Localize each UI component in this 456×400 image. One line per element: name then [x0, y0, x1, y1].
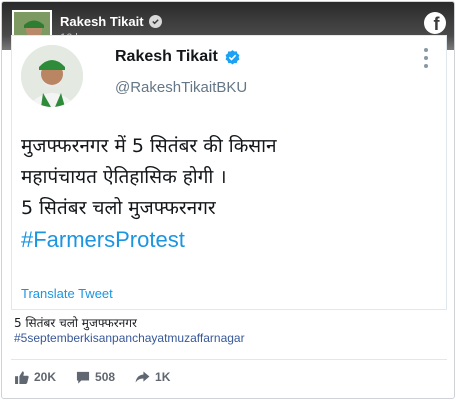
verified-badge-icon: [225, 49, 240, 64]
tweet-line: 5 सितंबर चलो मुजफ्फरनगर: [21, 197, 216, 219]
comment-icon: [76, 371, 90, 384]
comment-stat[interactable]: 508: [76, 370, 115, 384]
divider: [11, 359, 447, 360]
page-name[interactable]: Rakesh Tikait: [60, 14, 144, 29]
tweet-hashtag-link[interactable]: #FarmersProtest: [21, 224, 277, 255]
share-icon: [135, 371, 150, 383]
tweet-line: महापंचायत ऐतिहासिक होगी ।: [21, 166, 227, 188]
tweet-text: मुजफ्फरनगर में 5 सितंबर की किसान महापंचा…: [21, 131, 277, 255]
share-count: 1K: [155, 370, 171, 384]
tweet-author-name[interactable]: Rakesh Tikait: [115, 48, 218, 66]
tweet-author-avatar[interactable]: [21, 45, 83, 107]
post-caption: 5 सितंबर चलो मुजफ्फरनगर: [14, 316, 137, 330]
like-icon: [15, 370, 29, 384]
tweet-author-handle[interactable]: @RakeshTikaitBKU: [115, 79, 247, 96]
more-options-icon[interactable]: [424, 48, 428, 72]
embedded-tweet[interactable]: Rakesh Tikait @RakeshTikaitBKU मुजफ्फरनग…: [11, 35, 447, 310]
like-count: 20K: [34, 370, 57, 384]
comment-count: 508: [95, 370, 116, 384]
tweet-line: मुजफ्फरनगर में 5 सितंबर की किसान: [21, 135, 277, 157]
facebook-logo-icon[interactable]: f: [424, 12, 446, 34]
like-stat[interactable]: 20K: [15, 370, 56, 384]
facebook-post-card: Rakesh Tikait 16 hours ago f Rakesh Tika…: [1, 1, 455, 399]
translate-tweet-link[interactable]: Translate Tweet: [21, 286, 113, 301]
share-stat[interactable]: 1K: [135, 370, 170, 384]
engagement-stats: 20K 508 1K: [15, 370, 190, 384]
post-hashtag-link[interactable]: #5septemberkisanpanchayatmuzaffarnagar: [14, 331, 245, 345]
verified-badge-icon: [148, 15, 162, 28]
